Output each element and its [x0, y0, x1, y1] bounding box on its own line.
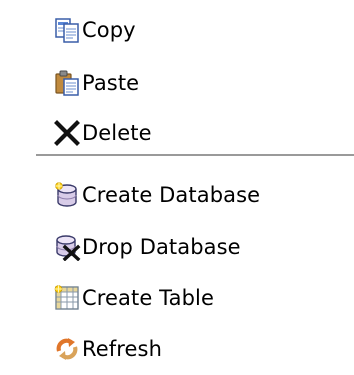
menu-item-label: Create Table — [82, 286, 214, 310]
paste-icon — [53, 69, 81, 97]
menu-item-delete[interactable]: Delete — [0, 111, 354, 155]
create-database-icon — [53, 181, 81, 209]
copy-icon — [53, 16, 81, 44]
context-menu: Copy Paste Delete Create Database Drop D… — [0, 0, 354, 375]
menu-item-label: Copy — [82, 18, 136, 42]
delete-icon — [53, 119, 81, 147]
menu-item-label: Refresh — [82, 337, 163, 361]
menu-item-label: Create Database — [82, 183, 261, 207]
refresh-icon — [53, 335, 81, 363]
menu-separator — [36, 154, 354, 157]
menu-item-paste[interactable]: Paste — [0, 61, 354, 105]
menu-item-create-table[interactable]: Create Table — [0, 276, 354, 320]
create-table-icon — [53, 284, 81, 312]
menu-item-copy[interactable]: Copy — [0, 8, 354, 52]
menu-item-refresh[interactable]: Refresh — [0, 327, 354, 371]
menu-item-label: Drop Database — [82, 235, 241, 259]
menu-item-label: Delete — [82, 121, 152, 145]
menu-item-label: Paste — [82, 71, 140, 95]
drop-database-icon — [53, 233, 81, 261]
menu-item-create-database[interactable]: Create Database — [0, 173, 354, 217]
menu-item-drop-database[interactable]: Drop Database — [0, 225, 354, 269]
